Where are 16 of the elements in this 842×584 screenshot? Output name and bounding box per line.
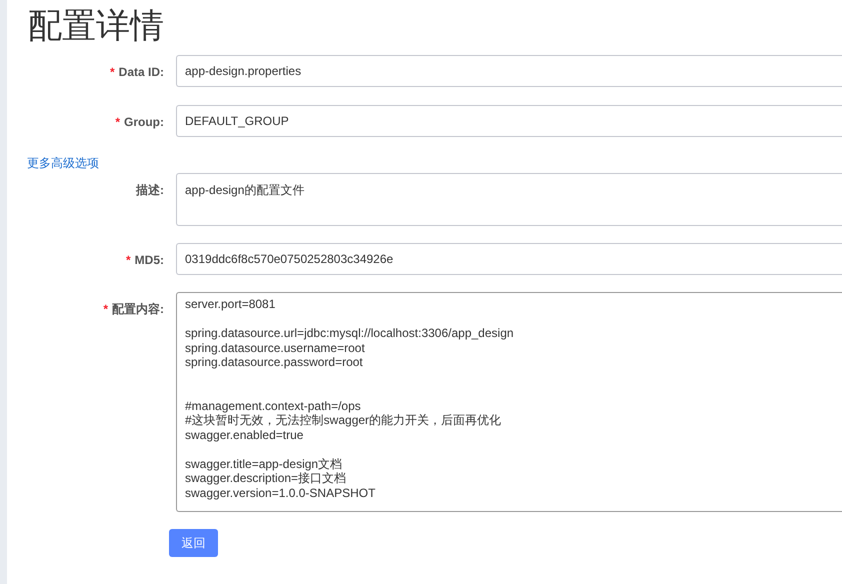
advanced-options-link[interactable]: 更多高级选项	[27, 154, 99, 172]
required-mark: *	[103, 301, 108, 318]
field-label: 描述:	[136, 182, 164, 199]
field-label: 配置内容:	[112, 301, 164, 318]
required-mark: *	[115, 114, 120, 131]
text-field[interactable]: DEFAULT_GROUP	[176, 105, 842, 137]
description-field[interactable]: app-design的配置文件	[176, 173, 842, 226]
field-label: Group:	[124, 114, 164, 131]
required-mark: *	[126, 252, 131, 269]
required-mark: *	[110, 64, 115, 81]
field-label: MD5:	[134, 252, 164, 269]
page-title: 配置详情	[28, 6, 164, 47]
field-label: Data ID:	[118, 64, 164, 81]
text-field[interactable]: app-design.properties	[176, 55, 842, 87]
config-content-field[interactable]: server.port=8081 spring.datasource.url=jdbc:mysql://localhost:3306/app_design spring.datasource.username=root spring.datasource.password=root #management.context-path=/ops #这块暂时无效，无法控制swagger的能力开关，后面再优化 swagger.enabled=true swagger.title=app-design文档 swagger.description=接口文档 swagger.version=1.0.0-SNAPSHOT	[176, 292, 842, 512]
text-field[interactable]: 0319ddc6f8c570e0750252803c34926e	[176, 243, 842, 275]
